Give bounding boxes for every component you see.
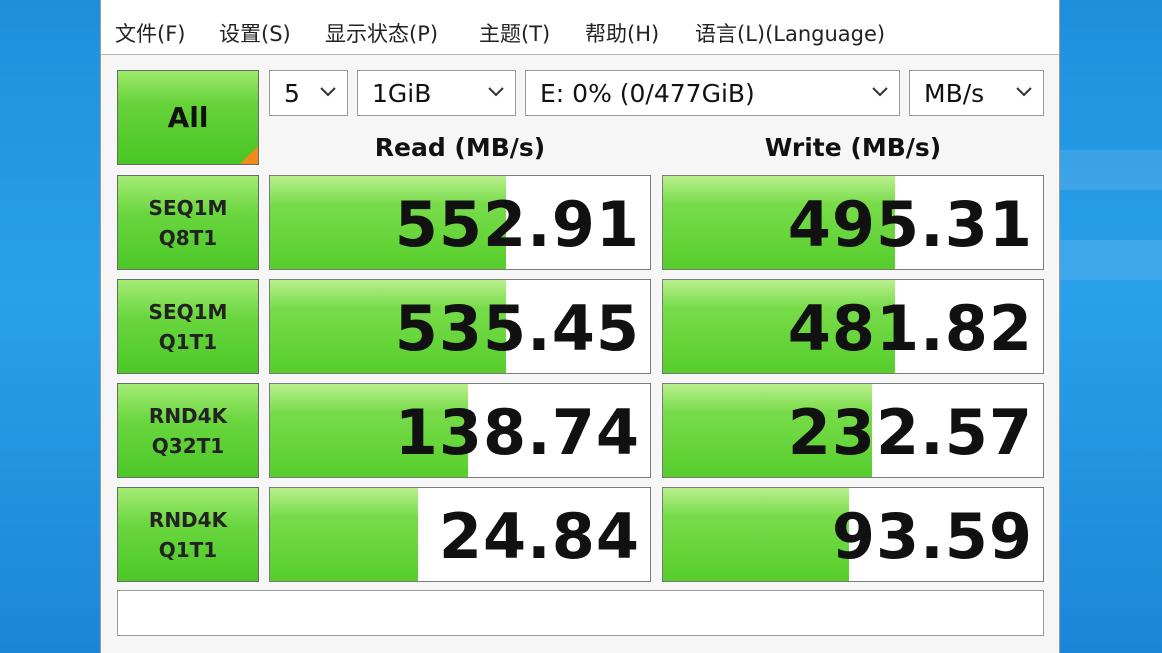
test-button-seq1m-q8t1[interactable]: SEQ1M Q8T1: [117, 175, 259, 270]
write-result-seq1m-q8t1: 495.31: [662, 175, 1044, 270]
write-value: 93.59: [831, 500, 1033, 573]
write-value: 495.31: [787, 188, 1033, 261]
read-bar: [270, 488, 419, 581]
menu-display[interactable]: 显示状态(P): [325, 18, 438, 48]
desktop-highlight: [1060, 150, 1162, 190]
comment-field[interactable]: [117, 590, 1044, 636]
read-value: 24.84: [438, 500, 640, 573]
chevron-down-icon: [488, 87, 504, 97]
write-bar: [663, 488, 850, 581]
test-name: SEQ1M: [148, 195, 228, 220]
read-result-rnd4k-q1t1: 24.84: [269, 487, 651, 582]
crystaldiskmark-window: 文件(F) 设置(S) 显示状态(P) 主题(T) 帮助(H) 语言(L)(La…: [100, 0, 1060, 653]
drive-select[interactable]: E: 0% (0/477GiB): [525, 70, 900, 116]
write-result-rnd4k-q32t1: 232.57: [662, 383, 1044, 478]
corner-marker: [240, 146, 258, 164]
test-params: Q1T1: [158, 329, 218, 354]
test-params: Q8T1: [158, 225, 218, 250]
read-value: 535.45: [394, 292, 640, 365]
read-result-seq1m-q1t1: 535.45: [269, 279, 651, 374]
menu-language[interactable]: 语言(L)(Language): [695, 18, 885, 48]
test-button-rnd4k-q32t1[interactable]: RND4K Q32T1: [117, 383, 259, 478]
menu-settings[interactable]: 设置(S): [219, 18, 291, 48]
write-result-rnd4k-q1t1: 93.59: [662, 487, 1044, 582]
read-header: Read (MB/s): [374, 133, 546, 162]
write-value: 232.57: [787, 396, 1033, 469]
read-value: 552.91: [394, 188, 640, 261]
unit-value: MB/s: [924, 78, 985, 108]
run-all-button[interactable]: All: [117, 70, 259, 165]
menu-theme[interactable]: 主题(T): [479, 18, 550, 48]
unit-select[interactable]: MB/s: [909, 70, 1044, 116]
test-params: Q1T1: [158, 537, 218, 562]
menu-help[interactable]: 帮助(H): [585, 18, 659, 48]
run-all-label: All: [167, 101, 209, 134]
write-value: 481.82: [787, 292, 1033, 365]
test-size-select[interactable]: 1GiB: [357, 70, 516, 116]
read-result-rnd4k-q32t1: 138.74: [269, 383, 651, 478]
test-button-rnd4k-q1t1[interactable]: RND4K Q1T1: [117, 487, 259, 582]
desktop-highlight: [1060, 240, 1162, 280]
test-name: RND4K: [148, 507, 228, 532]
test-name: RND4K: [148, 403, 228, 428]
read-value: 138.74: [394, 396, 640, 469]
test-count-select[interactable]: 5: [269, 70, 348, 116]
chevron-down-icon: [872, 87, 888, 97]
write-result-seq1m-q1t1: 481.82: [662, 279, 1044, 374]
chevron-down-icon: [1016, 87, 1032, 97]
main-panel: All 5 1GiB E: 0% (0/477GiB) MB/s Read (M…: [101, 55, 1059, 653]
test-button-seq1m-q1t1[interactable]: SEQ1M Q1T1: [117, 279, 259, 374]
menu-file[interactable]: 文件(F): [115, 18, 185, 48]
menu-bar: 文件(F) 设置(S) 显示状态(P) 主题(T) 帮助(H) 语言(L)(La…: [101, 0, 1059, 55]
write-header: Write (MB/s): [764, 133, 942, 162]
drive-value: E: 0% (0/477GiB): [540, 78, 755, 108]
test-size-value: 1GiB: [372, 78, 432, 108]
chevron-down-icon: [320, 87, 336, 97]
test-name: SEQ1M: [148, 299, 228, 324]
read-result-seq1m-q8t1: 552.91: [269, 175, 651, 270]
test-count-value: 5: [284, 78, 300, 108]
test-params: Q32T1: [151, 433, 225, 458]
